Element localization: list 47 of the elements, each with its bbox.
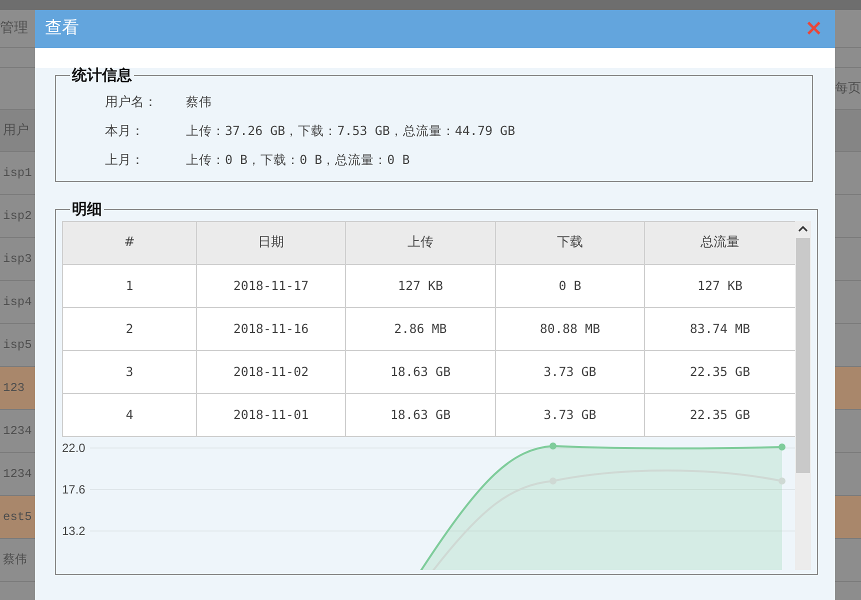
table-cell-text: isp5 <box>3 337 32 354</box>
table-cell-text: 123 <box>3 380 25 397</box>
table-cell-text: isp2 <box>3 208 32 225</box>
dialog-title: 查看 <box>45 17 79 40</box>
field-label: 上月： <box>104 152 145 170</box>
field-label: 本月： <box>104 122 145 141</box>
column-header: 日期 <box>196 222 346 264</box>
table-cell-text: isp3 <box>3 251 32 268</box>
field-value: 上传：0 B，下载：0 B，总流量：0 B <box>186 151 410 170</box>
scrollbar-thumb[interactable] <box>796 238 810 473</box>
axis-label: 22.0 <box>62 441 86 455</box>
page-size-label: 每页 <box>835 80 861 98</box>
data-point <box>550 442 556 450</box>
table-cell: 80.88 MB <box>496 308 644 350</box>
table-cell: 0 B <box>496 264 644 308</box>
table-cell: 1 <box>62 264 196 308</box>
table-cell-text: 1234 <box>3 466 32 483</box>
field-label: 用户名： <box>104 94 158 112</box>
table-cell: 3.73 GB <box>496 350 644 394</box>
axis-label: 13.2 <box>62 524 86 538</box>
close-button[interactable]: × <box>804 18 823 40</box>
table-cell: 127 KB <box>346 264 496 308</box>
table-cell: 2 <box>62 308 196 350</box>
data-point <box>778 478 786 484</box>
column-header: # <box>62 222 196 264</box>
panel-legend: 明细 <box>70 202 104 217</box>
axis-label: 17.6 <box>62 482 86 496</box>
table-cell: 2018-11-02 <box>196 350 346 394</box>
column-header: 下载 <box>496 222 644 264</box>
column-header: 上传 <box>346 222 496 264</box>
field-value: 蔡伟 <box>186 93 212 112</box>
table-cell: 2.86 MB <box>346 308 496 350</box>
table-cell-text: isp4 <box>3 294 32 311</box>
page-title: 管理 <box>0 19 28 38</box>
table-cell-text: 蔡伟 <box>3 552 27 569</box>
column-header: 总流量 <box>644 222 796 264</box>
field-value: 上传：37.26 GB，下载：7.53 GB，总流量：44.79 GB <box>186 122 516 140</box>
table-cell: 2018-11-17 <box>196 264 346 308</box>
table-cell-text: 1234 <box>3 423 32 440</box>
table-cell-text: isp1 <box>3 165 32 182</box>
arrow-up-icon[interactable] <box>798 225 808 233</box>
data-point <box>778 444 786 450</box>
table-cell: 2018-11-16 <box>196 308 346 350</box>
table-cell-text: est5 <box>3 509 32 526</box>
table-cell: 18.63 GB <box>346 350 496 394</box>
table-cell: 3 <box>62 350 196 394</box>
panel-legend: 统计信息 <box>70 68 134 83</box>
